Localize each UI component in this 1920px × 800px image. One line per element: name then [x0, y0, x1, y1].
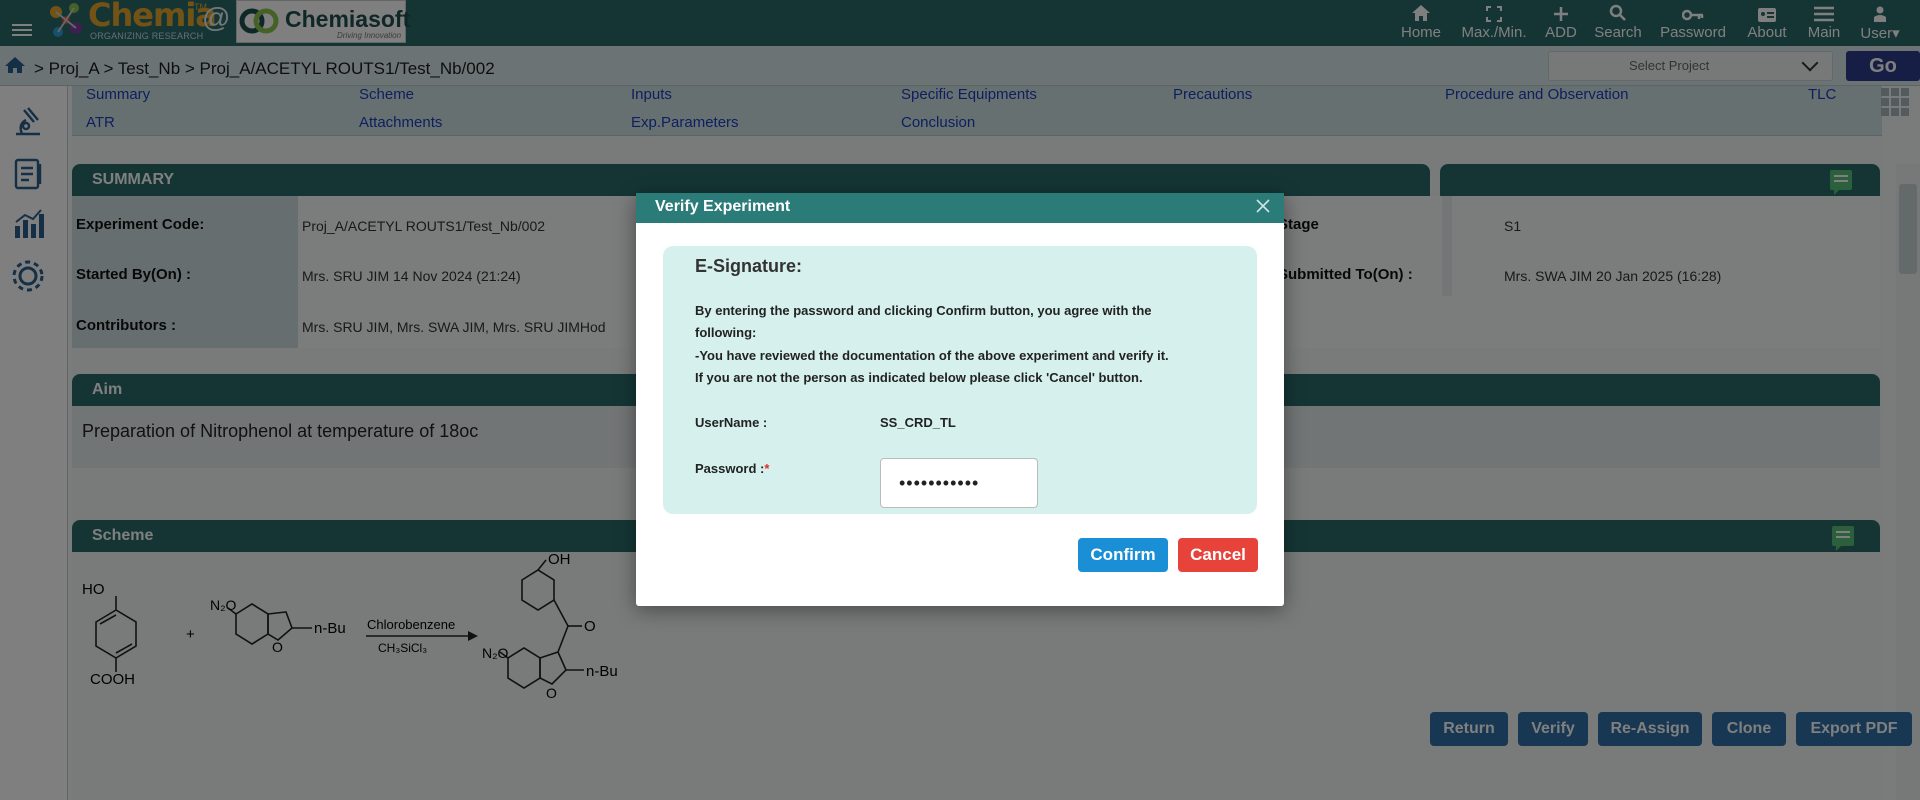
- confirm-button[interactable]: Confirm: [1078, 538, 1168, 572]
- dialog-header: Verify Experiment: [636, 193, 1284, 223]
- username-label: UserName :: [695, 415, 768, 430]
- password-input[interactable]: •••••••••••: [880, 458, 1038, 508]
- dialog-title: Verify Experiment: [655, 198, 791, 215]
- agreement-line-1: By entering the password and clicking Co…: [695, 303, 1152, 318]
- required-mark: *: [764, 461, 770, 476]
- close-icon[interactable]: [1254, 197, 1272, 215]
- verify-experiment-dialog: Verify Experiment E-Signature: By enteri…: [636, 193, 1284, 606]
- password-label: Password :: [695, 461, 765, 476]
- esignature-panel: E-Signature: By entering the password an…: [663, 246, 1257, 514]
- agreement-line-4: If you are not the person as indicated b…: [695, 370, 1143, 385]
- cancel-button[interactable]: Cancel: [1178, 538, 1258, 572]
- esignature-title: E-Signature:: [695, 256, 803, 276]
- agreement-line-2: following:: [695, 325, 757, 340]
- agreement-line-3: -You have reviewed the documentation of …: [695, 348, 1169, 363]
- username-value: SS_CRD_TL: [880, 415, 956, 430]
